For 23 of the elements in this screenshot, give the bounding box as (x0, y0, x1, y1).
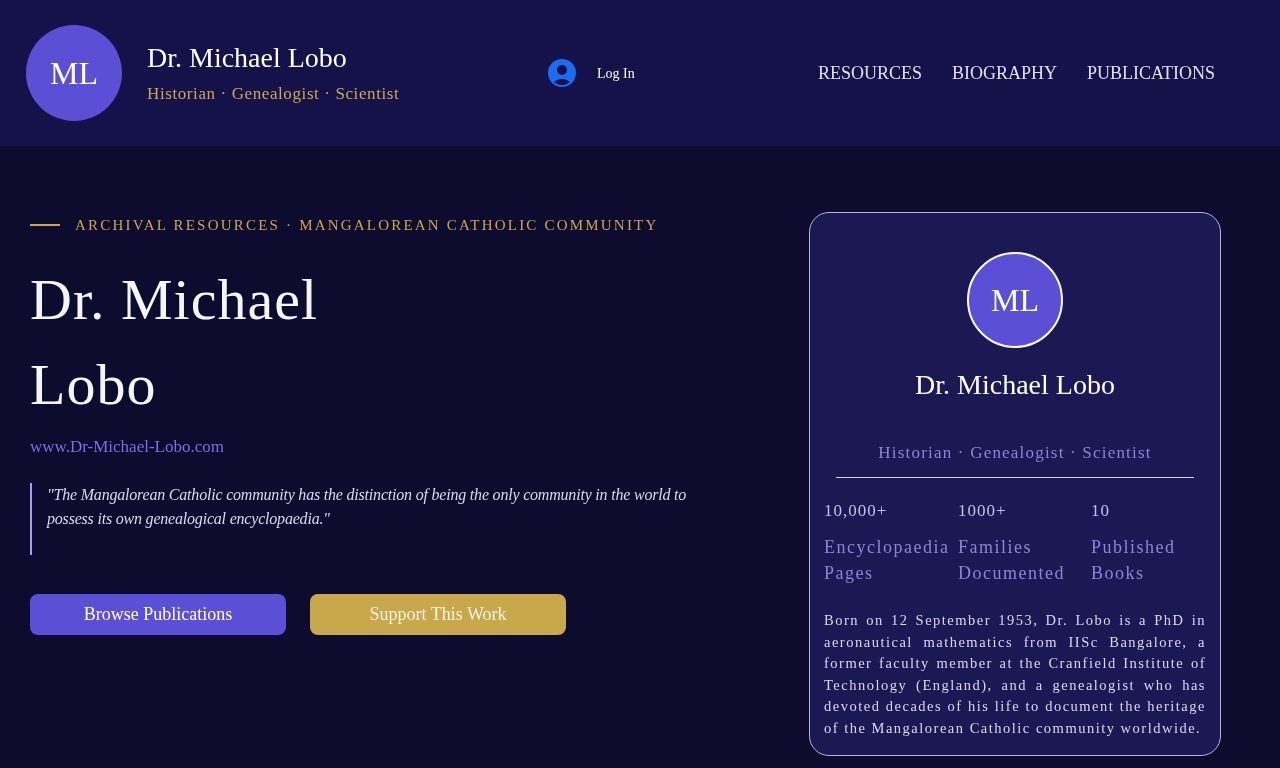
bio-text: Born on 12 September 1953, Dr. Lobo is a PhD in aeronautical mathematics from IISc Bangalore, a former faculty member at the Cranfield Institute of Technology (England), and a genealogist who has devoted decades of his life to document the heritage of the Mangalorean Catholic community worldwide. (824, 611, 1206, 738)
profile-subtitle: Historian · Genealogist · Scientist (878, 442, 1152, 464)
avatar-initials: ML (967, 252, 1063, 348)
stat-label: Families Documented (958, 536, 1066, 585)
profile-name: Dr. Michael Lobo (915, 368, 1115, 402)
user-circle-icon[interactable] (548, 59, 576, 87)
stat-value: 10,000+ (824, 500, 888, 522)
stat-value: 1000+ (958, 500, 1007, 522)
nav-link[interactable]: BIOGRAPHY (951, 59, 1057, 87)
nav-link[interactable]: PUBLICATIONS (1087, 59, 1215, 87)
website-link[interactable]: www.Dr-Michael-Lobo.com (30, 435, 224, 459)
stat-value: 10 (1091, 500, 1110, 522)
avatar-initials: ML (26, 25, 122, 121)
stat-label: Published Books (1091, 536, 1177, 585)
stat-label: Encyclopaedia Pages (824, 536, 951, 585)
site-subtitle: Historian · Genealogist · Scientist (147, 83, 400, 105)
action-button[interactable]: Browse Publications (30, 594, 286, 635)
login-link[interactable]: Log In (597, 62, 635, 84)
nav-link[interactable]: RESOURCES (817, 59, 922, 87)
quote-text: "The Mangalorean Catholic community has the distinction of being the only community in the world to possess its own genealogical encyclopaedia." (47, 485, 687, 530)
hero-title: Dr. Michael Lobo (30, 266, 320, 419)
site-name: Dr. Michael Lobo (147, 41, 347, 75)
eyebrow-text: ARCHIVAL RESOURCES · MANGALOREAN CATHOLIC COMMUNITY (75, 216, 659, 235)
